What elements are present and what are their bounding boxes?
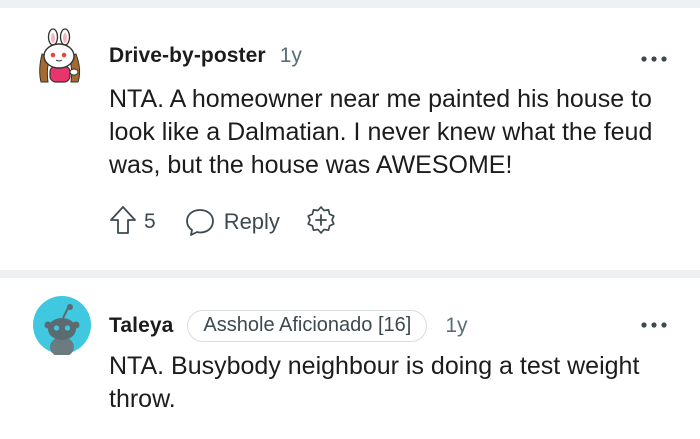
comment-body: NTA. A homeowner near me painted his hou… <box>109 85 653 179</box>
more-options-button[interactable] <box>640 317 668 328</box>
bunny-snoo-avatar-icon <box>39 28 81 83</box>
reply-label: Reply <box>223 209 280 234</box>
more-horizontal-icon <box>641 322 667 328</box>
comment-body: NTA. Busybody neighbour is doing a test … <box>109 352 640 413</box>
comment-timestamp[interactable]: 1y <box>280 44 302 68</box>
user-avatar[interactable] <box>32 28 92 88</box>
comment-meta: Drive-by-poster 1y <box>109 44 302 68</box>
user-flair-badge: Asshole Aficionado [16] <box>187 310 428 342</box>
comment-divider <box>0 270 700 278</box>
upvote-button[interactable] <box>108 204 138 241</box>
top-divider <box>0 0 700 8</box>
more-horizontal-icon <box>641 56 667 62</box>
reply-button[interactable]: Reply <box>184 207 280 237</box>
comment-meta: Taleya Asshole Aficionado [16] 1y <box>109 310 468 342</box>
comment: Taleya Asshole Aficionado [16] 1y NTA. B… <box>0 278 700 439</box>
comment: Drive-by-poster 1y NTA. A homeowner near… <box>0 8 700 270</box>
username-link[interactable]: Drive-by-poster <box>109 44 266 68</box>
upvote-arrow-icon <box>110 205 136 234</box>
comment-actions: 5 Reply <box>108 204 336 240</box>
username-link[interactable]: Taleya <box>109 314 173 338</box>
user-avatar[interactable] <box>32 295 92 357</box>
award-button[interactable] <box>280 205 336 240</box>
add-award-icon <box>307 205 335 234</box>
speech-bubble-icon <box>185 209 214 236</box>
snoo-avatar-icon <box>33 296 91 357</box>
comment-timestamp[interactable]: 1y <box>445 314 467 338</box>
vote-score: 5 <box>144 210 156 233</box>
more-options-button[interactable] <box>640 51 668 62</box>
